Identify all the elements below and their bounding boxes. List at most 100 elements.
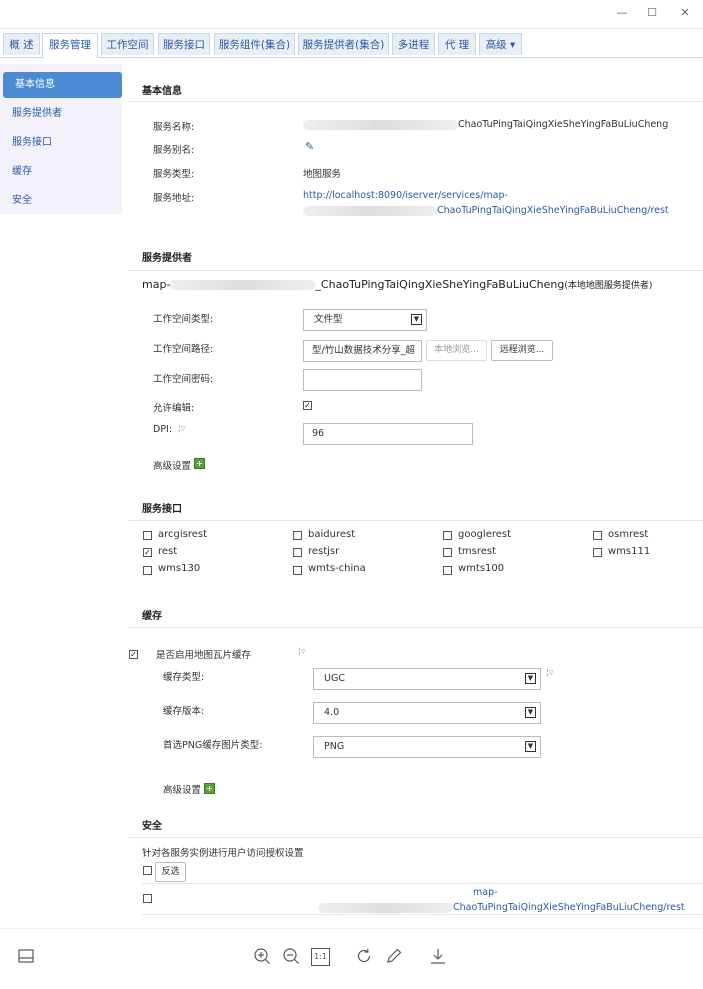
workspace-type-select[interactable]: 文件型 ▼ <box>303 309 427 331</box>
maximize-icon[interactable]: ☐ <box>643 6 661 20</box>
zoom-out-svg <box>283 948 299 964</box>
security-service-line2: ChaoTuPingTaiQingXieSheYingFaBuLiuCheng/… <box>318 902 685 913</box>
security-title: 安全 <box>142 821 162 832</box>
sidebar-item-basic-info[interactable]: 基本信息 <box>3 72 122 98</box>
interface-checkbox-wms111[interactable] <box>593 548 602 557</box>
service-name-text: ChaoTuPingTaiQingXieSheYingFaBuLiuCheng <box>458 119 669 130</box>
security-service-line2-text: ChaoTuPingTaiQingXieSheYingFaBuLiuCheng/… <box>453 902 685 913</box>
provider-name: map- _ChaoTuPingTaiQingXieSheYingFaBuLiuC… <box>142 278 652 291</box>
divider <box>142 914 703 915</box>
interface-label-restjsr: restjsr <box>308 546 340 557</box>
interface-label-osmrest: osmrest <box>608 529 649 540</box>
tab-service-interface[interactable]: 服务接口 <box>158 33 210 55</box>
workspace-password-input[interactable] <box>303 369 422 391</box>
redacted-text <box>303 119 458 130</box>
interface-label-wms130: wms130 <box>158 563 201 574</box>
panel-toggle-icon[interactable] <box>16 947 36 967</box>
service-address-label: 服务地址: <box>153 193 195 204</box>
chevron-down-icon: ▼ <box>525 707 536 718</box>
interface-checkbox-wms130[interactable] <box>143 566 152 575</box>
redacted-text <box>170 280 316 290</box>
remote-browse-button[interactable]: 远程浏览... <box>491 340 553 361</box>
tab-advanced[interactable]: 高级 ▾ <box>479 33 522 55</box>
divider <box>128 627 703 628</box>
pen-icon[interactable] <box>384 947 404 967</box>
png-type-value: PNG <box>324 741 345 752</box>
interface-checkbox-rest[interactable]: ✓ <box>143 548 152 557</box>
tab-workspace[interactable]: 工作空间 <box>101 33 154 55</box>
security-service-line1: map- <box>473 887 498 898</box>
tab-overview[interactable]: 概 述 <box>3 33 40 55</box>
sidebar-item-interface[interactable]: 服务接口 <box>0 130 122 156</box>
actual-size-icon[interactable]: 1:1 <box>311 948 330 966</box>
rotate-svg <box>357 948 371 963</box>
zoom-out-icon[interactable] <box>281 947 301 967</box>
tab-proxy[interactable]: 代 理 <box>438 33 476 55</box>
provider-name-suffix: _ChaoTuPingTaiQingXieSheYingFaBuLiuCheng <box>315 278 565 291</box>
tab-service-providers[interactable]: 服务提供者(集合) <box>298 33 389 55</box>
interface-checkbox-wmts-china[interactable] <box>293 566 302 575</box>
service-row-checkbox[interactable] <box>143 894 152 903</box>
interface-checkbox-wmts100[interactable] <box>443 566 452 575</box>
interface-label-wmts-china: wmts-china <box>308 563 366 574</box>
workspace-type-value: 文件型 <box>314 314 343 325</box>
chevron-down-icon: ▼ <box>525 673 536 684</box>
interface-checkbox-baidurest[interactable] <box>293 531 302 540</box>
minimize-icon[interactable]: — <box>613 6 631 20</box>
service-address-line2-text: ChaoTuPingTaiQingXieSheYingFaBuLiuCheng/… <box>437 205 669 216</box>
download-icon[interactable] <box>428 947 448 967</box>
download-svg <box>431 949 445 964</box>
allow-edit-checkbox[interactable]: ✓ <box>303 401 312 410</box>
provider-name-prefix: map- <box>142 278 171 291</box>
cache-type-value: UGC <box>324 673 345 684</box>
expand-plus-icon[interactable]: + <box>204 783 215 794</box>
redacted-text <box>303 205 437 216</box>
tab-service-management[interactable]: 服务管理 <box>42 33 98 58</box>
rotate-icon[interactable] <box>354 947 374 967</box>
cache-type-select[interactable]: UGC ▼ <box>313 668 541 690</box>
tab-multiprocess[interactable]: 多进程 <box>392 33 435 55</box>
tab-service-components[interactable]: 服务组件(集合) <box>214 33 295 55</box>
cache-type-hint-icon: ¦▿ <box>546 668 554 678</box>
service-address-line1[interactable]: http://localhost:8090/iserver/services/m… <box>303 190 508 201</box>
service-name-value: ChaoTuPingTaiQingXieSheYingFaBuLiuCheng <box>303 119 668 130</box>
dpi-input[interactable]: 96 <box>303 423 473 445</box>
local-browse-button[interactable]: 本地浏览... <box>426 340 487 361</box>
edit-icon[interactable]: ✎ <box>305 140 314 153</box>
zoom-in-icon[interactable] <box>252 947 272 967</box>
close-icon[interactable]: ✕ <box>676 6 694 20</box>
interface-label-tmsrest: tmsrest <box>458 546 497 557</box>
sidebar-item-cache[interactable]: 缓存 <box>0 159 122 185</box>
panel-toggle-svg <box>18 949 34 963</box>
interface-checkbox-googlerest[interactable] <box>443 531 452 540</box>
sidebar-item-provider[interactable]: 服务提供者 <box>0 101 122 127</box>
sidebar-item-security[interactable]: 安全 <box>0 188 122 214</box>
interface-checkbox-restjsr[interactable] <box>293 548 302 557</box>
window-titlebar: — ☐ ✕ <box>0 0 703 29</box>
invert-selection-button[interactable]: 反选 <box>155 862 186 882</box>
interface-checkbox-arcgisrest[interactable] <box>143 531 152 540</box>
chevron-down-icon: ▼ <box>411 314 422 325</box>
interface-label-wmts100: wmts100 <box>458 563 505 574</box>
workspace-path-input[interactable]: 型/竹山数据技术分享_超 <box>303 340 422 362</box>
interface-checkbox-osmrest[interactable] <box>593 531 602 540</box>
service-type-value: 地图服务 <box>303 169 342 180</box>
png-type-label: 首选PNG缓存图片类型: <box>163 740 263 751</box>
provider-name-note: (本地地图服务提供者) <box>564 281 653 291</box>
viewer-toolbar: 1:1 <box>0 928 703 989</box>
cache-version-select[interactable]: 4.0 ▼ <box>313 702 541 724</box>
interface-label-arcgisrest: arcgisrest <box>158 529 208 540</box>
interface-label-googlerest: googlerest <box>458 529 512 540</box>
divider <box>128 520 703 521</box>
provider-advanced-label: 高级设置 <box>153 461 192 472</box>
png-type-select[interactable]: PNG ▼ <box>313 736 541 758</box>
select-all-checkbox[interactable] <box>143 866 152 875</box>
service-address-line2[interactable]: ChaoTuPingTaiQingXieSheYingFaBuLiuCheng/… <box>303 205 669 216</box>
enable-cache-checkbox[interactable]: ✓ <box>129 650 138 659</box>
redacted-text <box>318 902 453 913</box>
divider <box>128 101 703 102</box>
cache-title: 缓存 <box>142 611 162 622</box>
interface-checkbox-tmsrest[interactable] <box>443 548 452 557</box>
workspace-password-label: 工作空间密码: <box>153 374 214 385</box>
expand-plus-icon[interactable]: + <box>194 458 205 469</box>
